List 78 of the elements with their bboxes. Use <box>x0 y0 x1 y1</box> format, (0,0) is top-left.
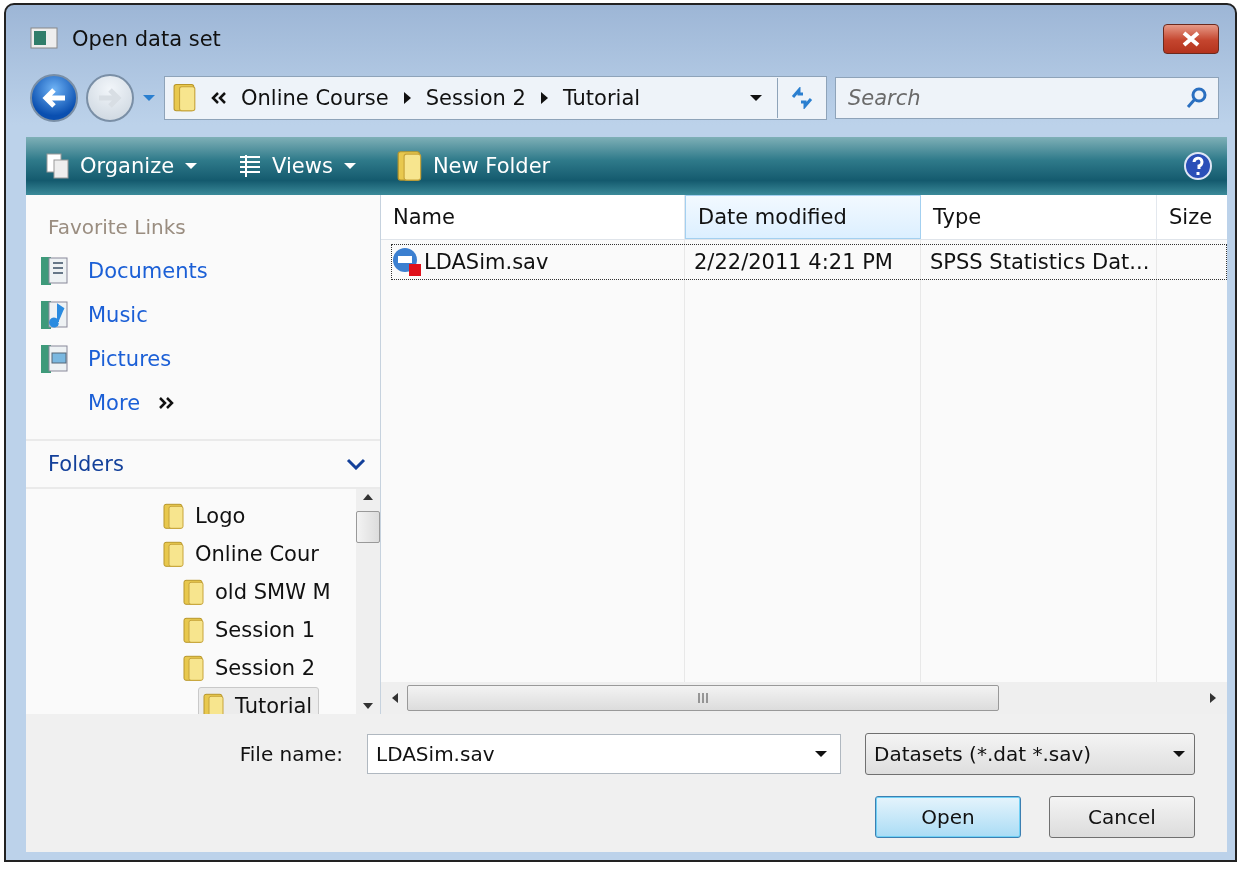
address-bar[interactable]: Online Course Session 2 Tutorial <box>164 76 827 120</box>
scrollbar-thumb[interactable] <box>356 510 380 543</box>
folder-icon <box>163 501 185 531</box>
folder-tree-item[interactable]: Session 1 <box>178 611 323 649</box>
help-icon[interactable] <box>1183 151 1213 181</box>
double-chevron-icon <box>158 397 175 409</box>
folder-icon <box>173 82 197 114</box>
vertical-scrollbar[interactable] <box>356 489 380 714</box>
folders-header[interactable]: Folders <box>26 439 380 489</box>
right-arrow-icon <box>1209 692 1217 704</box>
forward-arrow-icon <box>97 87 123 109</box>
caret-icon <box>142 94 156 102</box>
date-cell-text: 2/22/2011 4:21 PM <box>693 249 894 276</box>
search-icon <box>1186 87 1208 109</box>
documents-library-icon <box>40 255 70 287</box>
caret-icon <box>342 162 357 170</box>
folder-icon <box>163 539 185 569</box>
list-view-icon <box>238 154 263 178</box>
grip-icon <box>697 693 709 703</box>
search-field[interactable]: Search <box>835 77 1219 119</box>
column-header[interactable]: Name <box>381 195 685 239</box>
close-icon <box>1181 31 1201 47</box>
caret-icon <box>814 750 828 758</box>
menu-button[interactable]: Organize <box>40 149 205 183</box>
favorite-link[interactable]: Pictures <box>26 337 380 381</box>
folder-tree-item[interactable]: Logo <box>158 497 253 535</box>
breadcrumb-arrow-icon <box>402 91 412 105</box>
back-button[interactable] <box>30 74 78 122</box>
folder-icon <box>396 149 423 183</box>
data-file-icon <box>392 247 422 277</box>
down-arrow-icon <box>362 702 374 710</box>
type-cell-text: SPSS Statistics Dat... <box>929 249 1151 276</box>
file-name-cell: LDASim.sav <box>392 245 686 279</box>
music-library-icon <box>40 299 70 331</box>
favorite-link[interactable]: Documents <box>26 249 380 293</box>
left-arrow-icon <box>391 692 399 704</box>
caret-icon <box>184 162 199 170</box>
column-header[interactable]: Date modified <box>685 195 921 239</box>
favorite-link[interactable]: Music <box>26 293 380 337</box>
forward-button[interactable] <box>86 74 134 122</box>
folder-tree-item[interactable]: Tutorial <box>198 687 320 714</box>
folder-icon <box>203 691 225 714</box>
search-input[interactable]: Search <box>846 78 1186 118</box>
chevron-down-icon <box>346 458 366 470</box>
folder-icon <box>183 577 205 607</box>
back-arrow-icon <box>41 87 67 109</box>
folder-tree-item[interactable]: Online Cour <box>158 535 326 573</box>
folder-tree-item[interactable]: Session 2 <box>178 649 323 687</box>
file-row[interactable]: LDASim.sav 2/22/2011 4:21 PM SPSS Statistics Dat... <box>391 244 1227 280</box>
folder-tree-item[interactable]: old SMW M <box>178 573 338 611</box>
folder-icon <box>183 653 205 683</box>
close-button[interactable] <box>1163 24 1219 54</box>
file-type-dropdown[interactable]: Datasets (*.dat *.sav) <box>865 733 1195 775</box>
cancel-button[interactable]: Cancel <box>1049 796 1195 838</box>
breadcrumb[interactable]: Online Course <box>241 86 389 110</box>
open-button[interactable]: Open <box>875 796 1021 838</box>
section-heading: Favorite Links <box>47 214 187 241</box>
app-icon <box>30 27 60 51</box>
double-chevron-icon <box>211 92 227 104</box>
scrollbar-thumb[interactable] <box>407 685 999 711</box>
toolbar-button[interactable]: New Folder <box>390 145 557 187</box>
horizontal-scrollbar[interactable] <box>381 682 1227 714</box>
breadcrumb[interactable]: Tutorial <box>562 86 641 110</box>
menu-button[interactable]: Views <box>232 150 363 182</box>
caret-icon <box>749 94 763 102</box>
folder-icon <box>183 615 205 645</box>
file-name-label: File name: <box>239 742 343 766</box>
pictures-library-icon <box>40 343 70 375</box>
caret-icon <box>1172 750 1186 758</box>
breadcrumb[interactable]: Session 2 <box>425 86 526 110</box>
breadcrumb-arrow-icon <box>539 91 549 105</box>
up-arrow-icon <box>362 493 374 501</box>
stacked-pages-icon <box>46 153 70 179</box>
column-header[interactable]: Type <box>921 195 1157 239</box>
more-link[interactable]: More <box>26 381 380 425</box>
window-title: Open data set <box>72 27 222 51</box>
refresh-icon[interactable] <box>789 87 815 109</box>
column-header[interactable]: Size <box>1157 195 1227 239</box>
